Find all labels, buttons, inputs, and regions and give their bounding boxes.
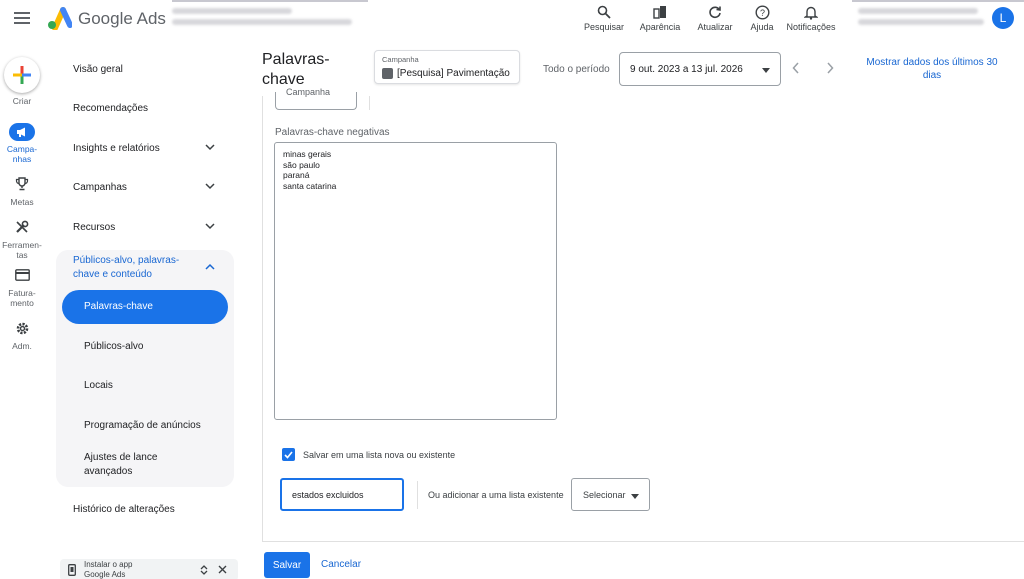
period-label: Todo o período [543,64,610,75]
top-accent-line [172,0,368,2]
caret-down-icon [762,68,770,73]
negative-keywords-textarea[interactable]: minas gerais são paulo paraná santa cata… [274,142,557,420]
chevron-down-icon[interactable] [205,223,215,230]
list-name-value: estados excluidos [292,490,364,500]
search-label: Pesquisar [584,22,625,32]
appearance-button[interactable]: Aparência [638,2,682,32]
phone-icon [68,564,76,576]
nav-item-audiences[interactable]: Públicos-alvo [84,340,143,354]
date-range-selector[interactable]: 9 out. 2023 a 13 jul. 2026 [619,52,781,86]
nav-item-campaigns[interactable]: Campanhas [73,182,127,193]
keyword-line: são paulo [283,159,320,170]
refresh-label: Atualizar [697,22,733,32]
campaign-selector[interactable]: Campanha [Pesquisa] Pavimentação [374,50,520,84]
help-label: Ajuda [750,22,774,32]
level-select[interactable]: Campanha [275,87,357,110]
add-existing-list-label: Ou adicionar a uma lista existente [428,490,564,500]
show-last-30-days-link[interactable]: Mostrar dados dos últimos 30 dias [858,56,1006,82]
save-list-checkbox[interactable] [282,448,295,461]
menu-icon[interactable] [14,12,30,24]
cancel-button[interactable]: Cancelar [321,559,361,570]
negative-keywords-label: Palavras-chave negativas [275,127,390,138]
nav-item-keywords-label: Palavras-chave [84,301,153,312]
credit-card-icon[interactable] [9,266,35,284]
chevron-up-icon[interactable] [205,263,215,270]
nav-item-bid-adjustments[interactable]: Ajustes de lance avançados [84,451,194,479]
top-accent-line [852,0,1024,2]
nav-item-ad-schedule[interactable]: Programação de anúncios [84,419,201,433]
plus-icon [13,66,31,84]
divider [369,96,370,110]
notifications-button[interactable]: Notificações [784,2,838,32]
create-button[interactable] [4,57,40,93]
appearance-icon [638,2,682,22]
megaphone-icon[interactable] [9,123,35,141]
side-navigation: Visão geral Recomendações Insights e rel… [56,40,246,579]
trophy-icon[interactable] [9,175,35,193]
close-icon[interactable] [218,565,227,574]
account-selector[interactable] [172,8,352,30]
keyword-line: minas gerais [283,149,332,159]
bell-icon [784,2,838,22]
chevron-left-icon[interactable] [792,62,800,74]
google-ads-logo-icon [46,6,73,31]
search-icon [584,2,624,22]
refresh-button[interactable]: Atualizar [694,2,736,32]
expand-icon[interactable] [200,565,208,575]
svg-text:?: ? [759,8,764,18]
search-button[interactable]: Pesquisar [584,2,624,32]
keyword-line: santa catarina [283,180,337,191]
help-button[interactable]: ? Ajuda [746,2,778,32]
search-campaign-icon [382,68,393,79]
account-email [858,8,984,30]
nav-group-title[interactable]: Públicos-alvo, palavras-chave e conteúdo [73,254,203,282]
campaign-selector-label: Campanha [382,55,419,64]
tools-icon[interactable] [9,218,35,236]
check-icon [284,450,293,459]
existing-list-select-label: Selecionar [583,490,626,500]
install-app-text: Instalar o app Google Ads [84,560,133,579]
nav-item-assets[interactable]: Recursos [73,222,115,233]
nav-item-overview[interactable]: Visão geral [73,64,123,75]
campaign-selector-value: [Pesquisa] Pavimentação [397,68,510,79]
help-icon: ? [746,2,778,22]
left-rail: Criar Campa-nhas Metas Ferramen-tas Fatu… [0,40,44,579]
chevron-down-icon[interactable] [205,144,215,151]
main-panel: Palavras-chave Campanha [Pesquisa] Pavim… [262,40,1024,579]
nav-item-keywords[interactable]: Palavras-chave [62,290,228,324]
nav-item-change-history[interactable]: Histórico de alterações [73,504,175,515]
notifications-label: Notificações [786,22,836,32]
brand-name: Google Ads [78,9,166,28]
avatar[interactable]: L [992,7,1014,29]
list-name-input[interactable]: estados excluidos [280,478,404,511]
rail-billing-label[interactable]: Fatura-mento [0,288,44,308]
rail-tools-label[interactable]: Ferramen-tas [0,240,44,260]
nav-item-locations[interactable]: Locais [84,379,113,393]
create-label: Criar [12,96,32,106]
save-list-label[interactable]: Salvar em uma lista nova ou existente [303,450,455,460]
page-title: Palavras-chave [262,51,330,88]
nav-item-recommendations[interactable]: Recomendações [73,103,148,114]
existing-list-select[interactable]: Selecionar [571,478,650,511]
footer-divider [262,541,1024,542]
nav-item-insights[interactable]: Insights e relatórios [73,143,160,154]
save-button[interactable]: Salvar [264,552,310,578]
chevron-right-icon[interactable] [826,62,834,74]
appearance-label: Aparência [639,22,681,32]
chevron-down-icon[interactable] [205,183,215,190]
date-range-value: 9 out. 2023 a 13 jul. 2026 [630,64,743,75]
top-app-bar: Google Ads Pesquisar Aparência Atualizar… [0,0,1024,40]
rail-goals-label[interactable]: Metas [0,197,44,207]
keyword-line: paraná [283,170,310,180]
install-app-banner[interactable]: Instalar o app Google Ads [60,559,238,579]
gear-icon[interactable] [9,319,35,337]
rail-admin-label[interactable]: Adm. [0,341,44,351]
caret-down-icon [631,494,639,499]
refresh-icon [694,2,736,22]
negative-keywords-form: Campanha Palavras-chave negativas minas … [262,87,1024,541]
level-select-value: Campanha [286,87,331,97]
rail-campaigns-label[interactable]: Campa-nhas [0,144,44,164]
divider [417,481,418,509]
